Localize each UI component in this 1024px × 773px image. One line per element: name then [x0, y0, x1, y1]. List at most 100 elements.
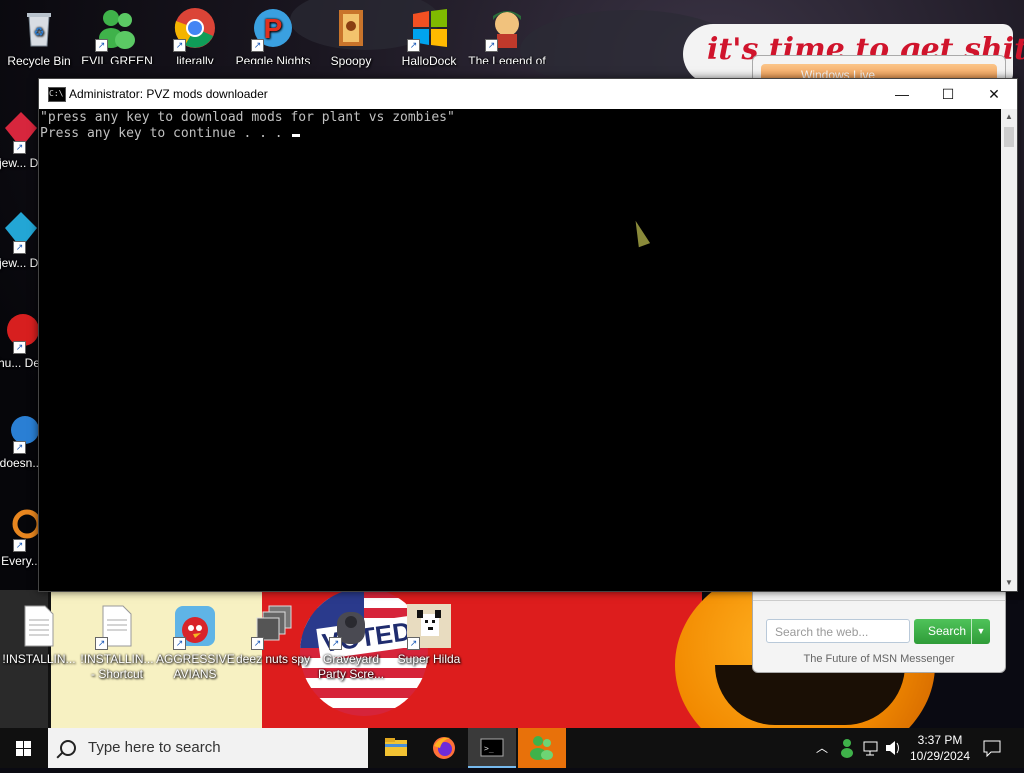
console-window[interactable]: C:\ Administrator: PVZ mods downloader —…: [38, 78, 1018, 592]
recycle-bin-icon: ♻: [17, 6, 61, 50]
graveyard-icon: ↗: [329, 604, 373, 650]
minimize-button[interactable]: —: [879, 79, 925, 109]
search-button-label: Search: [928, 624, 967, 638]
desktop-icon-graveyard-party[interactable]: ↗ Graveyard Party Scre...: [312, 604, 390, 682]
shortcut-arrow-icon: ↗: [13, 441, 26, 454]
desktop-icon-label: !INSTALLIN... - Shortcut: [80, 652, 154, 681]
desktop-icon-label: The Legend of Tiki...: [468, 54, 546, 64]
text-document-shortcut-icon: ↗: [95, 604, 139, 650]
desktop-icon-installing[interactable]: !INSTALLIN...: [0, 604, 78, 667]
messenger-search-button[interactable]: Search ▼: [914, 619, 990, 644]
peggle-icon: P ↗: [251, 6, 295, 52]
bejeweled-2-icon: ↗: [0, 208, 43, 254]
shortcut-arrow-icon: ↗: [13, 341, 26, 354]
text-document-icon: [17, 604, 61, 648]
shortcut-arrow-icon: ↗: [95, 637, 108, 650]
svg-text:P: P: [264, 13, 283, 44]
chevron-down-icon[interactable]: ▼: [971, 619, 990, 644]
desktop-icon-aggressive-avians[interactable]: ↗ AGGRESSIVE AVIANS: [156, 604, 235, 682]
shortcut-arrow-icon: ↗: [95, 39, 108, 52]
stacked-windows-icon: ↗: [251, 604, 295, 650]
spoopy-icon: [329, 6, 373, 50]
pumpkin-mouth: [715, 665, 905, 725]
shortcut-arrow-icon: ↗: [329, 637, 342, 650]
angry-bird-icon: ↗: [173, 604, 217, 650]
volume-icon[interactable]: [884, 728, 902, 768]
messenger-footer: The Future of MSN Messenger: [803, 653, 955, 665]
console-line: "press any key to download mods for plan…: [40, 110, 455, 125]
command-prompt-icon: C:\: [48, 87, 66, 102]
msn-tray-icon[interactable]: [838, 728, 856, 768]
scroll-down-icon[interactable]: ▼: [1001, 575, 1017, 591]
console-line: Press any key to continue . . .: [40, 126, 291, 141]
command-prompt-icon[interactable]: >_: [468, 728, 516, 768]
desktop-icon-the-legend[interactable]: ↗ The Legend of Tiki...: [468, 6, 546, 64]
scroll-up-icon[interactable]: ▲: [1001, 109, 1017, 125]
shortcut-arrow-icon: ↗: [13, 539, 26, 552]
desktop-icon-installing-shortcut[interactable]: ↗ !INSTALLIN... - Shortcut: [78, 604, 156, 682]
console-output[interactable]: "press any key to download mods for plan…: [39, 109, 1001, 591]
desktop-icon-super-hilda[interactable]: ↗ Super Hilda: [390, 604, 468, 667]
windows-logo-icon: [16, 749, 23, 756]
svg-text:♻: ♻: [34, 25, 45, 39]
maximize-button[interactable]: ☐: [925, 79, 971, 109]
windows-logo-icon: [24, 741, 31, 748]
vertical-scrollbar[interactable]: ▲ ▼: [1001, 109, 1017, 591]
shortcut-arrow-icon: ↗: [407, 637, 420, 650]
desktop-icon-label: Spoopy: [330, 54, 372, 68]
messenger-search-input[interactable]: Search the web...: [766, 619, 910, 643]
legend-icon: ↗: [485, 6, 529, 52]
chrome-icon: ↗: [173, 6, 217, 52]
windows-logo-icon: [24, 749, 31, 756]
shortcut-arrow-icon: ↗: [407, 39, 420, 52]
search-icon: [60, 740, 76, 756]
firefox-icon[interactable]: [420, 728, 468, 768]
pixel-dog-icon: ↗: [407, 604, 451, 650]
shortcut-arrow-icon: ↗: [251, 637, 264, 650]
taskbar-clock[interactable]: 3:37 PM 10/29/2024: [905, 732, 975, 764]
desktop-icon-evil-green-men[interactable]: ↗ EVIL GREEN MEN CO...: [78, 6, 156, 64]
taskbar-search-input[interactable]: Type here to search: [48, 728, 368, 768]
desktop-icon-label: Graveyard Party Scre...: [317, 652, 385, 681]
desktop-icon-label: literally: [176, 54, 214, 64]
desktop-icon-peggle-nights[interactable]: P ↗ Peggle Nights Del...: [234, 6, 312, 64]
desktop-icon-recycle-bin[interactable]: ♻ Recycle Bin: [0, 6, 78, 69]
shortcut-arrow-icon: ↗: [173, 637, 186, 650]
desktop-icon-label: deez nuts spy: [235, 652, 311, 666]
shortcut-arrow-icon: ↗: [173, 39, 186, 52]
chuzzle-icon: ↗: [0, 308, 43, 354]
clock-date: 10/29/2024: [909, 749, 971, 763]
desktop-icon-label: EVIL GREEN MEN CO...: [81, 54, 153, 64]
file-explorer-icon[interactable]: [372, 728, 420, 768]
text-cursor: [292, 134, 301, 137]
svg-text:>_: >_: [484, 744, 494, 753]
console-line-prompt: Press any key to continue . . .: [40, 126, 301, 142]
console-title-bar[interactable]: C:\ Administrator: PVZ mods downloader —…: [39, 79, 1017, 109]
desktop-icon-hallodock[interactable]: ↗ HalloDock: [390, 6, 468, 69]
taskbar: Type here to search >_ ︿ 3:37 PM 10/29/2…: [0, 728, 1024, 768]
desktop-icon-label: Super Hilda: [397, 652, 461, 666]
desktop-icon-label: AGGRESSIVE AVIANS: [156, 652, 235, 681]
desktop-icon-deez-nuts-spy[interactable]: ↗ deez nuts spy: [234, 604, 312, 667]
orange-app-icon: ↗: [0, 506, 43, 552]
windows-logo-icon: ↗: [407, 6, 451, 52]
blue-app-icon: ↗: [0, 408, 43, 454]
desktop-icon-label: !INSTALLIN...: [2, 652, 76, 666]
desktop-icon-label: Peggle Nights Del...: [235, 54, 311, 64]
search-placeholder: Type here to search: [88, 739, 221, 756]
desktop-icon-literally[interactable]: ↗ literally: [156, 6, 234, 64]
shortcut-arrow-icon: ↗: [13, 241, 26, 254]
desktop-icon-spoopy[interactable]: Spoopy: [312, 6, 390, 69]
desktop-icon-label: HalloDock: [401, 54, 457, 68]
window-title: Administrator: PVZ mods downloader: [69, 87, 268, 101]
start-button[interactable]: [0, 728, 48, 768]
scrollbar-thumb[interactable]: [1004, 127, 1014, 147]
notification-icon[interactable]: [980, 728, 1004, 768]
msn-messenger-icon[interactable]: [518, 728, 566, 768]
shortcut-arrow-icon: ↗: [13, 141, 26, 154]
close-button[interactable]: ✕: [971, 79, 1017, 109]
chevron-up-icon[interactable]: ︿: [814, 728, 830, 768]
windows-logo-icon: [16, 741, 23, 748]
network-icon[interactable]: [862, 728, 880, 768]
msn-buddies-icon: ↗: [95, 6, 139, 52]
